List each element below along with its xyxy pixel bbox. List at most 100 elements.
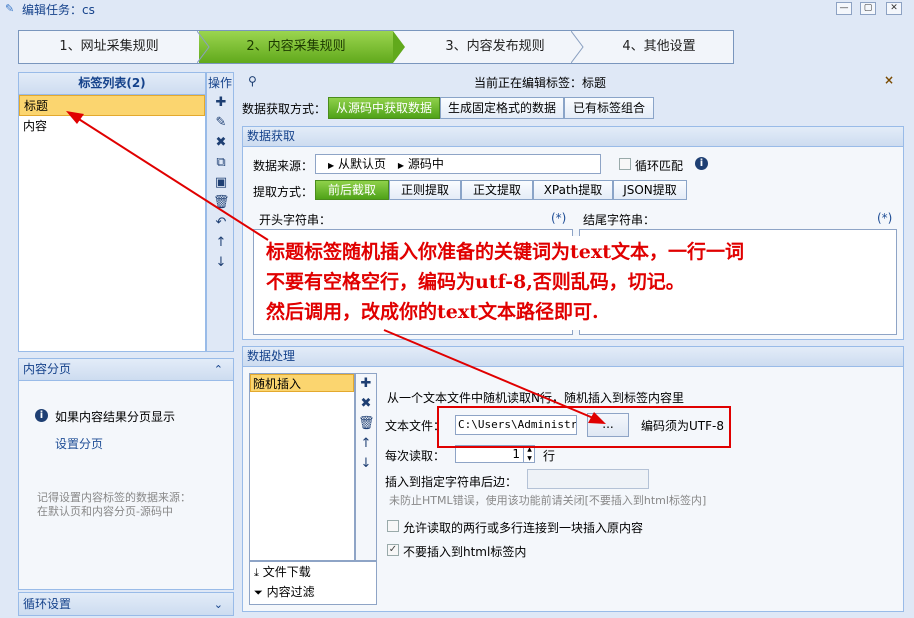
tag-item-content[interactable]: 内容 [19,116,205,136]
data-fetch-header: 数据获取 [243,127,903,147]
minimize-button[interactable]: — [836,2,852,15]
wizard-step-content-rules[interactable]: 2、内容采集规则 [199,31,393,63]
no-html-insert-checkbox[interactable]: ✓ [387,544,399,556]
current-tag-bar: ⚲ 当前正在编辑标签：标题 × [242,72,904,92]
data-processing-panel: 数据处理 随机插入 ✚ ✖ 🗑 ↑ ↓ ⤓ 文件下载 ⏷ 内容过滤 从一个文本文… [242,346,904,612]
processing-ops: ✚ ✖ 🗑 ↑ ↓ [355,373,377,561]
move-down-icon[interactable]: ↓ [213,255,229,271]
end-wildcard[interactable]: (*) [877,211,892,225]
insert-after-label: 插入到指定字符串后边： [385,475,518,489]
wizard-step-publish-rules[interactable]: 3、内容发布规则 [407,31,583,63]
loop-settings-title: 循环设置 [23,597,72,611]
loop-match-checkbox[interactable] [619,158,631,170]
paste-icon[interactable]: ▣ [213,175,229,191]
delete-icon[interactable]: ✖ [213,135,229,151]
title-bar: ✎ 编辑任务：cs — ▢ ✕ [0,0,914,18]
paging-hint-2: 在默认页和内容分页-源码中 [37,505,173,518]
paging-title: 内容分页 [23,362,72,376]
random-insert-description: 从一个文本文件中随机读取N行，随机插入到标签内容里 [387,391,684,405]
start-wildcard[interactable]: (*) [551,211,566,225]
method-json[interactable]: JSON提取 [613,180,687,200]
close-tag-icon[interactable]: × [884,73,894,87]
current-tag-text: 当前正在编辑标签：标题 [474,76,607,90]
paging-info: 如果内容结果分页显示 [55,410,176,424]
add-icon[interactable]: ✚ [358,376,374,392]
source-breadcrumb[interactable]: ▶ 从默认页 ▶ 源码中 [315,154,601,174]
download-icon: ⤓ [254,566,259,579]
method-label: 提取方式： [253,185,314,199]
undo-icon[interactable]: ↶ [213,215,229,231]
source-crumb-html[interactable]: 源码中 [408,157,444,171]
help-icon[interactable]: i [695,157,708,170]
pin-icon: ⚲ [248,74,257,88]
ops-label: 操作 [207,76,232,90]
expand-down-icon[interactable]: ⌄ [214,593,223,616]
read-count-unit: 行 [543,449,556,463]
allow-join-checkbox[interactable] [387,520,399,532]
window-title: 编辑任务：cs [22,3,95,17]
delete-icon[interactable]: ✖ [358,396,374,412]
paging-panel: 内容分页 ⌃ i 如果内容结果分页显示 设置分页 记得设置内容标签的数据来源： … [18,358,234,590]
highlight-box [437,406,731,448]
move-down-icon[interactable]: ↓ [358,456,374,472]
mode-tag-combo[interactable]: 已有标签组合 [564,97,654,119]
file-download-label: 文件下载 [262,565,311,579]
chevron-right-icon: ▶ [397,161,404,170]
step-arrow-icon [571,31,584,63]
tag-ops-toolbar: 操作 ✚ ✎ ✖ ⧉ ▣ 🗑 ↶ ↑ ↓ [206,72,234,352]
content-filter-label: 内容过滤 [266,585,315,599]
move-up-icon[interactable]: ↑ [213,235,229,251]
allow-join-label: 允许读取的两行或多行连接到一块插入原内容 [403,521,644,535]
mode-fixed-format[interactable]: 生成固定格式的数据 [440,97,564,119]
step-arrow-icon [197,31,210,63]
processing-list: 随机插入 [249,373,355,561]
annotation-line-2: 不要有空格空行，编码为utf-8,否则乱码，切记。 [266,271,685,293]
wizard-step-other-settings[interactable]: 4、其他设置 [585,31,733,63]
read-count-label: 每次读取： [385,449,446,463]
text-file-label: 文本文件： [385,419,446,433]
chevron-right-icon: ▶ [328,161,335,170]
info-icon: i [35,409,48,422]
method-xpath[interactable]: XPath提取 [533,180,613,200]
move-up-icon[interactable]: ↑ [358,436,374,452]
html-warning: 未防止HTML错误，使用该功能前请关闭[不要插入到html标签内] [389,494,707,507]
wizard-step-url-rules[interactable]: 1、网址采集规则 [19,31,199,63]
trash-icon[interactable]: 🗑 [213,195,230,211]
annotation-line-3: 然后调用，改成你的text文本路径即可. [266,301,599,323]
end-string-label: 结尾字符串： [583,213,656,227]
loop-match-label: 循环匹配 [635,159,684,173]
tag-list-header: 标签列表(2) [19,73,205,95]
add-icon[interactable]: ✚ [213,95,229,111]
source-crumb-default[interactable]: 从默认页 [338,157,386,171]
start-string-label: 开头字符串： [259,213,332,227]
method-before-after[interactable]: 前后截取 [315,180,389,200]
edit-icon[interactable]: ✎ [213,115,229,131]
method-regex[interactable]: 正则提取 [389,180,461,200]
content-filter-item[interactable]: ⏷ 内容过滤 [250,582,376,602]
step-arrow-icon [393,31,405,63]
annotation-line-1: 标题标签随机插入你准备的关键词为text文本，一行一词 [266,241,744,263]
mode-from-source[interactable]: 从源码中获取数据 [328,97,440,119]
insert-after-input[interactable] [527,469,649,489]
copy-icon[interactable]: ⧉ [213,155,229,171]
close-button[interactable]: ✕ [886,2,902,15]
no-html-insert-label: 不要插入到html标签内 [403,545,527,559]
source-label: 数据来源： [253,159,314,173]
app-icon: ✎ [5,2,15,15]
processing-extra-list: ⤓ 文件下载 ⏷ 内容过滤 [249,561,377,605]
collapse-up-icon[interactable]: ⌃ [214,359,223,380]
data-processing-header: 数据处理 [243,347,903,367]
trash-icon[interactable]: 🗑 [358,416,375,432]
tag-item-title[interactable]: 标题 [19,95,205,116]
paging-header: 内容分页 ⌃ [19,359,233,381]
loop-settings-header[interactable]: 循环设置 ⌄ [18,592,234,616]
set-paging-link[interactable]: 设置分页 [55,435,103,452]
filter-icon: ⏷ [254,586,263,599]
wizard-steps: 1、网址采集规则 2、内容采集规则 3、内容发布规则 4、其他设置 [18,30,734,64]
method-text[interactable]: 正文提取 [461,180,533,200]
tag-list-panel: 标签列表(2) 标题 内容 [18,72,206,352]
file-download-item[interactable]: ⤓ 文件下载 [250,562,376,582]
source-mode-label: 数据获取方式： [242,102,327,116]
processing-item-random-insert[interactable]: 随机插入 [250,374,354,392]
maximize-button[interactable]: ▢ [860,2,876,15]
